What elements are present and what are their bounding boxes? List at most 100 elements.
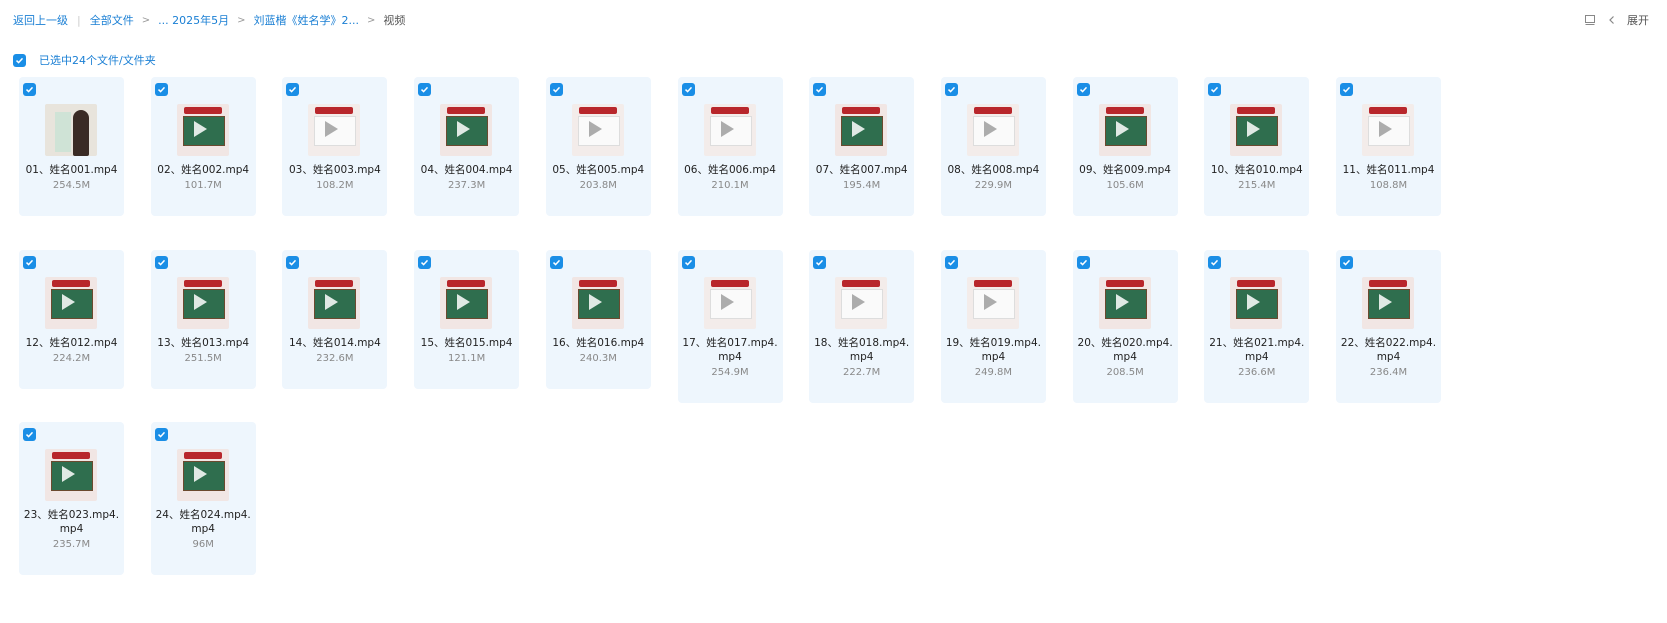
file-checkbox[interactable] <box>154 83 168 96</box>
file-card[interactable]: 06、姓名006.mp4 210.1M <box>677 77 783 216</box>
play-icon <box>325 121 339 137</box>
file-card[interactable]: 14、姓名014.mp4 232.6M <box>282 250 388 389</box>
file-card[interactable]: 16、姓名016.mp4 240.3M <box>545 250 651 389</box>
video-thumbnail <box>966 104 1019 156</box>
file-size: 235.7M <box>52 539 91 550</box>
file-checkbox[interactable] <box>944 256 958 269</box>
file-checkbox[interactable] <box>1340 83 1353 96</box>
file-checkbox[interactable] <box>813 83 827 96</box>
video-thumbnail <box>1230 104 1283 156</box>
video-thumbnail <box>966 277 1019 329</box>
file-card[interactable]: 18、姓名018.mp4.mp4 222.7M <box>809 250 915 403</box>
file-size: 240.3M <box>579 353 617 364</box>
play-icon <box>852 294 866 310</box>
breadcrumb-level-2[interactable]: 刘蓝楷《姓名学》2... <box>253 12 359 28</box>
video-thumbnail <box>45 277 97 329</box>
file-checkbox[interactable] <box>418 83 432 96</box>
file-name: 07、姓名007.mp4 <box>815 164 908 176</box>
video-thumbnail <box>703 277 756 329</box>
file-card[interactable]: 08、姓名008.mp4 229.9M <box>940 77 1046 216</box>
file-size: 203.8M <box>579 180 617 191</box>
file-card[interactable]: 04、姓名004.mp4 237.3M <box>414 77 520 216</box>
file-checkbox[interactable] <box>1208 256 1222 269</box>
play-icon <box>1379 294 1392 310</box>
file-size: 210.1M <box>711 180 749 191</box>
video-thumbnail <box>45 449 97 501</box>
file-checkbox[interactable] <box>1208 83 1222 96</box>
file-checkbox[interactable] <box>23 256 36 269</box>
view-tools: 展开 <box>1583 12 1649 28</box>
file-checkbox[interactable] <box>681 256 695 269</box>
file-name: 05、姓名005.mp4 <box>552 164 645 176</box>
file-card[interactable]: 24、姓名024.mp4.mp4 96M <box>150 422 256 575</box>
file-name: 14、姓名014.mp4 <box>288 337 381 349</box>
chevron-left-icon[interactable] <box>1605 13 1619 27</box>
file-checkbox[interactable] <box>154 256 168 269</box>
breadcrumb-all-files[interactable]: 全部文件 <box>90 12 134 28</box>
file-checkbox[interactable] <box>154 428 168 441</box>
file-name: 15、姓名015.mp4 <box>420 337 513 349</box>
file-checkbox[interactable] <box>944 83 958 96</box>
video-thumbnail <box>1362 277 1414 329</box>
file-name: 03、姓名003.mp4 <box>288 164 381 176</box>
back-link[interactable]: 返回上一级 <box>13 12 68 28</box>
file-name: 10、姓名010.mp4 <box>1210 164 1303 176</box>
file-checkbox[interactable] <box>681 83 695 96</box>
file-name: 19、姓名019.mp4.mp4 <box>945 337 1041 363</box>
file-checkbox[interactable] <box>23 83 36 96</box>
file-card[interactable]: 02、姓名002.mp4 101.7M <box>150 77 256 216</box>
file-card[interactable]: 21、姓名021.mp4.mp4 236.6M <box>1204 250 1310 403</box>
file-card[interactable]: 10、姓名010.mp4 215.4M <box>1204 77 1310 216</box>
file-card[interactable]: 19、姓名019.mp4.mp4 249.8M <box>940 250 1046 403</box>
play-icon <box>193 294 207 310</box>
panel-toggle-icon[interactable] <box>1583 13 1597 27</box>
select-all-checkbox[interactable] <box>13 53 26 67</box>
file-name: 23、姓名023.mp4.mp4 <box>23 509 120 535</box>
file-card[interactable]: 01、姓名001.mp4 254.5M <box>19 77 124 216</box>
file-checkbox[interactable] <box>286 83 300 96</box>
file-card[interactable]: 20、姓名020.mp4.mp4 208.5M <box>1072 250 1178 403</box>
file-checkbox[interactable] <box>1076 256 1090 269</box>
file-card[interactable]: 15、姓名015.mp4 121.1M <box>414 250 520 389</box>
file-checkbox[interactable] <box>813 256 827 269</box>
file-card[interactable]: 13、姓名013.mp4 251.5M <box>150 250 256 389</box>
file-name: 11、姓名011.mp4 <box>1342 164 1435 176</box>
file-card[interactable]: 11、姓名011.mp4 108.8M <box>1336 77 1441 216</box>
play-icon <box>588 294 602 310</box>
file-card[interactable]: 23、姓名023.mp4.mp4 235.7M <box>19 422 124 575</box>
video-thumbnail <box>440 104 493 156</box>
video-thumbnail <box>703 104 756 156</box>
file-size: 215.4M <box>1238 180 1276 191</box>
file-checkbox[interactable] <box>549 256 563 269</box>
file-name: 24、姓名024.mp4.mp4 <box>155 509 251 535</box>
video-thumbnail <box>45 104 97 156</box>
file-checkbox[interactable] <box>418 256 432 269</box>
file-checkbox[interactable] <box>549 83 563 96</box>
file-card[interactable]: 12、姓名012.mp4 224.2M <box>19 250 124 389</box>
file-card[interactable]: 03、姓名003.mp4 108.2M <box>282 77 388 216</box>
breadcrumb-level-1[interactable]: ... 2025年5月 <box>158 12 229 28</box>
file-card[interactable]: 05、姓名005.mp4 203.8M <box>545 77 651 216</box>
file-checkbox[interactable] <box>1340 256 1353 269</box>
file-name: 21、姓名021.mp4.mp4 <box>1209 337 1305 363</box>
file-name: 04、姓名004.mp4 <box>420 164 513 176</box>
expand-button[interactable]: 展开 <box>1627 12 1649 28</box>
file-checkbox[interactable] <box>1076 83 1090 96</box>
file-card[interactable]: 17、姓名017.mp4.mp4 254.9M <box>677 250 783 403</box>
chevron-right-icon: > <box>237 14 246 26</box>
file-size: 254.9M <box>711 367 749 378</box>
file-size: 101.7M <box>184 180 222 191</box>
file-card[interactable]: 09、姓名009.mp4 105.6M <box>1072 77 1178 216</box>
video-thumbnail <box>308 277 361 329</box>
video-thumbnail <box>308 104 361 156</box>
selection-count-text: 已选中24个文件/文件夹 <box>39 54 156 67</box>
file-size: 251.5M <box>184 353 222 364</box>
play-icon <box>1379 121 1392 137</box>
file-card[interactable]: 07、姓名007.mp4 195.4M <box>809 77 915 216</box>
file-checkbox[interactable] <box>23 428 36 441</box>
file-name: 20、姓名020.mp4.mp4 <box>1077 337 1173 363</box>
file-name: 16、姓名016.mp4 <box>552 337 645 349</box>
file-card[interactable]: 22、姓名022.mp4.mp4 236.4M <box>1336 250 1441 403</box>
file-checkbox[interactable] <box>286 256 300 269</box>
selection-bar: 已选中24个文件/文件夹 <box>13 52 156 68</box>
